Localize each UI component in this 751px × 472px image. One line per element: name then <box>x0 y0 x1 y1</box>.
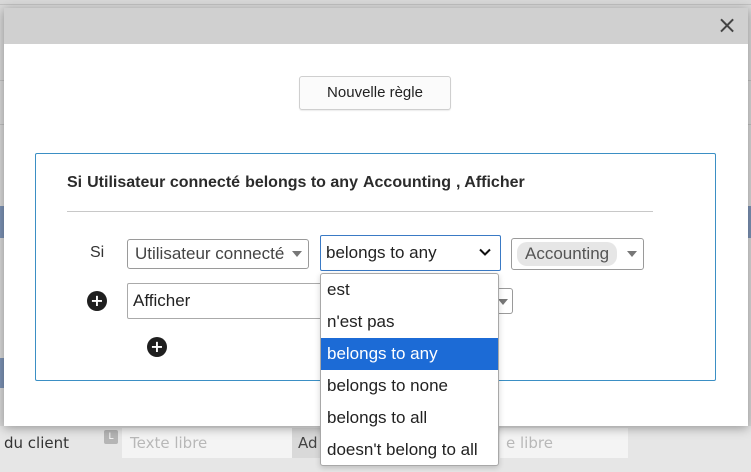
summary-si: Si <box>67 174 83 191</box>
field-select[interactable]: Utilisateur connecté <box>127 239 309 269</box>
operator-dropdown-list: est n'est pas belongs to any belongs to … <box>320 273 499 466</box>
bg-cell-text: Ad <box>292 428 322 458</box>
value-select[interactable]: Accounting <box>511 238 644 270</box>
summary-field: Utilisateur connecté <box>87 174 241 191</box>
summary-action: , Afficher <box>455 174 525 191</box>
bg-text-input: Texte libre <box>122 428 292 458</box>
dropdown-option[interactable]: est <box>321 274 498 306</box>
summary-operator: belongs to any <box>245 174 358 191</box>
action-select[interactable]: Afficher <box>127 283 327 319</box>
caret-down-icon <box>292 251 302 257</box>
rule-summary: Si Utilisateur connecté belongs to any Acco… <box>67 174 530 192</box>
action-select-value: Afficher <box>133 291 191 310</box>
dropdown-option[interactable]: belongs to none <box>321 370 498 402</box>
add-condition-button[interactable]: + <box>87 291 107 311</box>
bg-row-label: du client <box>4 434 69 452</box>
summary-value: Accounting <box>362 174 451 191</box>
bg-type-badge: L <box>104 430 118 444</box>
add-action-button[interactable]: + <box>147 337 167 357</box>
chevron-down-icon <box>479 248 491 256</box>
operator-select-value: belongs to any <box>326 243 437 262</box>
operator-select[interactable]: belongs to any <box>320 235 501 271</box>
bg-text-input: e libre <box>500 428 628 458</box>
close-icon[interactable]: × <box>716 13 738 37</box>
value-chip[interactable]: Accounting <box>517 242 618 266</box>
field-select-value: Utilisateur connecté <box>135 244 285 263</box>
new-rule-button[interactable]: Nouvelle règle <box>299 76 451 110</box>
dropdown-option-selected[interactable]: belongs to any <box>321 338 498 370</box>
dropdown-option[interactable]: doesn't belong to all <box>321 434 498 465</box>
caret-down-icon <box>627 251 637 257</box>
dialog-header: × <box>4 8 748 44</box>
divider <box>67 211 653 212</box>
dropdown-option[interactable]: belongs to all <box>321 402 498 434</box>
bg-divider <box>0 4 751 5</box>
condition-label: Si <box>90 244 105 261</box>
dropdown-option[interactable]: n'est pas <box>321 306 498 338</box>
caret-down-icon <box>498 299 508 305</box>
